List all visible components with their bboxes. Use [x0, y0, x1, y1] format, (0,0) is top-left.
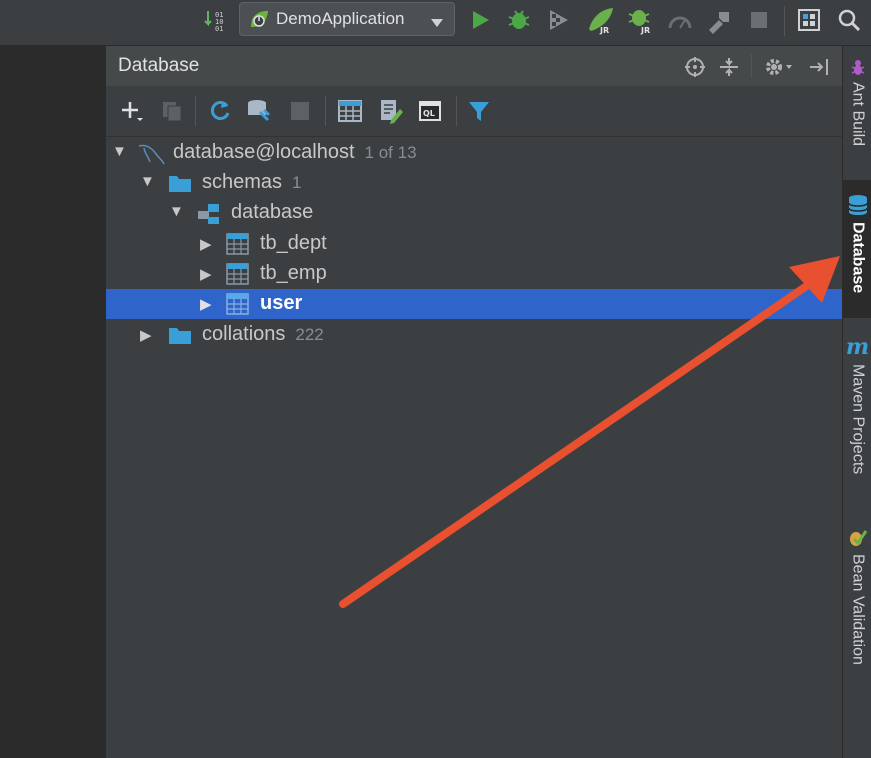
console-icon[interactable]: QL [417, 98, 443, 129]
tool-window-title: Database [118, 55, 200, 76]
filter-icon[interactable] [467, 100, 491, 129]
collapse-all-icon[interactable] [718, 56, 740, 83]
collapsed-arrow-icon[interactable]: ▶ [200, 265, 212, 283]
add-icon[interactable] [120, 99, 144, 128]
svg-text:QL: QL [423, 109, 435, 118]
db-settings-icon[interactable] [246, 98, 274, 129]
chevron-down-icon [430, 15, 444, 33]
project-structure-icon[interactable] [795, 6, 823, 34]
tab-label: Database [849, 222, 867, 294]
right-tool-strip: Ant Build Database m Maven Projects Bean… [842, 46, 871, 758]
tab-label: Bean Validation [849, 554, 867, 665]
header-separator [751, 54, 752, 78]
table-icon [226, 233, 250, 260]
tree-node-table-selected[interactable]: ▶ user [106, 289, 843, 319]
gear-icon[interactable] [764, 56, 794, 83]
svg-text:JR: JR [640, 26, 650, 35]
toolbar-separator [195, 96, 196, 126]
jrebel-debug-icon[interactable]: JR [625, 5, 657, 35]
tree-count: 1 of 13 [364, 143, 417, 162]
toolbar-separator [456, 96, 457, 126]
table-icon [226, 263, 250, 290]
spring-boot-icon [248, 8, 270, 30]
main-toolbar: 01 10 01 DemoApplication JR JR [0, 0, 871, 46]
tab-maven-projects[interactable]: m Maven Projects [843, 336, 871, 496]
coverage-icon[interactable] [545, 7, 573, 33]
hide-panel-icon[interactable] [808, 56, 832, 83]
tab-database[interactable]: Database [843, 180, 871, 318]
crosshair-icon[interactable] [684, 56, 706, 83]
edit-icon[interactable] [378, 98, 404, 129]
tree-node-schema-database[interactable]: ▼ database [106, 198, 843, 228]
profile-icon[interactable] [667, 8, 693, 32]
tree-node-table[interactable]: ▶ tb_emp [106, 259, 843, 289]
search-icon[interactable] [835, 6, 863, 34]
table-icon [226, 293, 250, 320]
tree-count: 1 [292, 173, 302, 192]
collapsed-arrow-icon[interactable]: ▶ [140, 326, 152, 344]
folder-icon [168, 325, 192, 350]
tab-label: Maven Projects [849, 364, 867, 475]
debug-icon[interactable] [505, 6, 533, 34]
build-icon[interactable] [705, 6, 735, 34]
toolbar-separator [325, 96, 326, 126]
expanded-arrow-icon[interactable]: ▼ [140, 173, 155, 190]
refresh-icon[interactable] [207, 98, 233, 129]
run-configuration-label: DemoApplication [276, 9, 405, 28]
tool-window-header: Database [106, 46, 843, 86]
tree-count: 222 [295, 325, 324, 344]
tree-label: tb_emp [260, 262, 327, 284]
run-icon[interactable] [467, 7, 493, 33]
tree-node-schemas[interactable]: ▼ schemas 1 [106, 168, 843, 198]
svg-text:01: 01 [215, 25, 223, 32]
database-tool-window: Database QL ▼ database@localhost 1 of 13… [105, 46, 843, 758]
maven-icon: m [845, 334, 870, 360]
svg-text:JR: JR [599, 26, 609, 35]
tree-label: database [231, 201, 314, 223]
ant-icon [849, 58, 867, 76]
tree-label: user [260, 292, 303, 314]
tab-bean-validation[interactable]: Bean Validation [843, 528, 871, 698]
editor-area [0, 46, 105, 758]
tab-ant-build[interactable]: Ant Build [843, 58, 871, 178]
tree-label: database@localhost 1 of 13 [173, 141, 417, 163]
run-configuration-selector[interactable]: DemoApplication [239, 2, 455, 36]
jrebel-run-icon[interactable]: JR [585, 5, 617, 35]
bean-validation-icon [848, 528, 868, 548]
stop-icon[interactable] [289, 100, 311, 127]
tree-node-datasource[interactable]: ▼ database@localhost 1 of 13 [106, 138, 843, 168]
stop-icon[interactable] [747, 9, 771, 31]
table-icon[interactable] [337, 98, 363, 129]
expanded-arrow-icon[interactable]: ▼ [112, 143, 127, 160]
schema-icon [197, 203, 221, 230]
tree-node-table[interactable]: ▶ tb_dept [106, 229, 843, 259]
tree-label: tb_dept [260, 232, 327, 254]
tab-label: Ant Build [849, 82, 867, 147]
collapsed-arrow-icon[interactable]: ▶ [200, 295, 212, 313]
database-toolbar: QL [106, 86, 843, 137]
expanded-arrow-icon[interactable]: ▼ [169, 203, 184, 220]
duplicate-icon[interactable] [160, 99, 184, 128]
database-icon [847, 194, 868, 216]
sort-icon[interactable]: 01 10 01 [203, 8, 229, 32]
tree-node-collations[interactable]: ▶ collations 222 [106, 320, 843, 350]
toolbar-separator [784, 6, 785, 36]
collapsed-arrow-icon[interactable]: ▶ [200, 235, 212, 253]
tree-label: collations 222 [202, 323, 324, 345]
folder-icon [168, 173, 192, 198]
tree-label: schemas 1 [202, 171, 302, 193]
